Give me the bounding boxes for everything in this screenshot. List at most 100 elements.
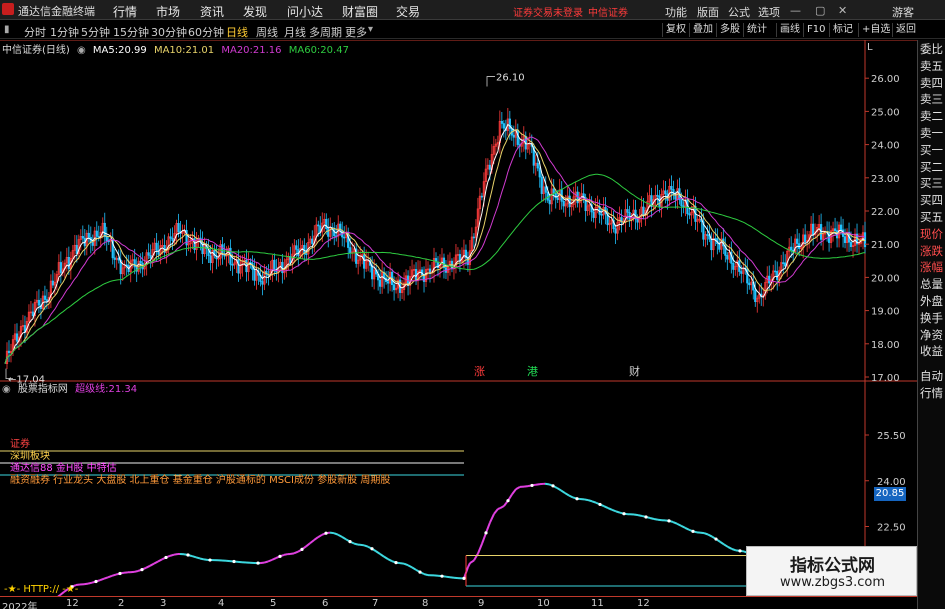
super-line-segment bbox=[515, 485, 521, 490]
candle-body bbox=[636, 218, 639, 223]
sidebar-item[interactable]: 自动 bbox=[920, 369, 945, 384]
menu-options[interactable]: 选项 bbox=[758, 4, 780, 20]
super-line-dot bbox=[462, 576, 466, 580]
super-line-segment bbox=[83, 582, 89, 586]
sidebar-item[interactable]: 换手 bbox=[920, 311, 945, 326]
candle-body bbox=[500, 121, 503, 124]
super-line-dot bbox=[598, 502, 602, 507]
menu-quotes[interactable]: 行情 bbox=[113, 3, 137, 20]
candle-body bbox=[839, 224, 843, 231]
menu-trade[interactable]: 交易 bbox=[396, 3, 420, 20]
period-daily[interactable]: 日线 bbox=[226, 24, 248, 40]
period-timeshare[interactable]: 分时 bbox=[24, 24, 46, 40]
menu-toggle-icon[interactable]: ▮ bbox=[4, 24, 10, 35]
period-multi[interactable]: 多周期 bbox=[309, 24, 342, 40]
sidebar-item[interactable]: 买三 bbox=[920, 176, 945, 191]
menu-discover[interactable]: 发现 bbox=[243, 3, 267, 20]
super-line-segment bbox=[103, 576, 109, 580]
period-5min[interactable]: 5分钟 bbox=[81, 24, 110, 40]
sidebar-item[interactable]: 卖一 bbox=[920, 126, 945, 141]
menu-wealth[interactable]: 财富圈 bbox=[342, 3, 378, 20]
super-line-segment bbox=[523, 485, 529, 488]
sidebar-item[interactable]: 行情 bbox=[920, 386, 945, 401]
stock-name[interactable]: 中信证券(日线) bbox=[2, 45, 70, 56]
broker-name[interactable]: 中信证券 bbox=[588, 4, 628, 19]
btn-back[interactable]: 返回 bbox=[892, 23, 919, 37]
btn-draw[interactable]: 画线 bbox=[776, 23, 803, 37]
restore-icon[interactable]: ▢ bbox=[815, 4, 825, 17]
chevron-down-icon[interactable]: ▾ bbox=[368, 24, 373, 35]
candle-body bbox=[706, 234, 709, 236]
candle-body bbox=[548, 199, 551, 205]
period-15min[interactable]: 15分钟 bbox=[113, 24, 149, 40]
minimize-icon[interactable]: — bbox=[790, 4, 801, 17]
super-line-segment bbox=[611, 508, 617, 513]
candle-body bbox=[169, 236, 172, 239]
sidebar-item[interactable]: 卖二 bbox=[920, 109, 945, 124]
period-monthly[interactable]: 月线 bbox=[284, 24, 306, 40]
price-tick-label: 18.00 bbox=[871, 340, 900, 351]
btn-mark[interactable]: 标记 bbox=[829, 23, 856, 37]
super-line-segment bbox=[469, 559, 475, 564]
sidebar-item[interactable]: 买五 bbox=[920, 210, 945, 225]
btn-adjust[interactable]: 复权 bbox=[662, 23, 689, 37]
super-line-segment bbox=[203, 558, 209, 561]
btn-stats[interactable]: 统计 bbox=[743, 23, 770, 37]
high-marker-line bbox=[486, 76, 495, 87]
super-line-dot bbox=[94, 579, 98, 584]
ma10-value: 21.01 bbox=[185, 45, 215, 56]
candle-body bbox=[804, 234, 807, 243]
candle-body bbox=[261, 281, 264, 285]
menu-function[interactable]: 功能 bbox=[665, 4, 687, 20]
btn-multi-stock[interactable]: 多股 bbox=[716, 23, 743, 37]
sidebar-item[interactable]: 外盘 bbox=[920, 294, 945, 309]
super-line-segment bbox=[723, 543, 729, 548]
ma60-value: 20.47 bbox=[320, 45, 349, 56]
sidebar-item[interactable]: 卖五 bbox=[920, 59, 945, 74]
sidebar-item[interactable]: 收益 bbox=[920, 344, 945, 359]
btn-overlay[interactable]: 叠加 bbox=[689, 23, 716, 37]
menu-layout[interactable]: 版面 bbox=[697, 4, 719, 20]
super-line-dot bbox=[506, 499, 510, 503]
sidebar-item[interactable]: 现价 bbox=[920, 227, 945, 242]
sidebar-item[interactable]: 涨跌 bbox=[920, 244, 945, 259]
ma60-label: MA60: bbox=[288, 45, 321, 56]
legend-toggle-icon[interactable]: ◉ bbox=[77, 45, 86, 56]
menu-formula[interactable]: 公式 bbox=[728, 4, 750, 20]
sidebar-item[interactable]: 卖四 bbox=[920, 76, 945, 91]
guest-label[interactable]: 游客 bbox=[892, 4, 914, 20]
period-more[interactable]: 更多 bbox=[345, 24, 367, 40]
sidebar-item[interactable]: 总量 bbox=[920, 277, 945, 292]
period-1min[interactable]: 1分钟 bbox=[50, 24, 79, 40]
sidebar-item[interactable]: 净资 bbox=[920, 328, 945, 343]
btn-add-favorite[interactable]: +自选 bbox=[858, 23, 893, 37]
menu-news[interactable]: 资讯 bbox=[200, 3, 224, 20]
login-warning[interactable]: 证券交易未登录 bbox=[513, 4, 583, 19]
super-line-segment bbox=[445, 575, 451, 579]
period-30min[interactable]: 30分钟 bbox=[151, 24, 187, 40]
period-weekly[interactable]: 周线 bbox=[256, 24, 278, 40]
candle-body bbox=[327, 228, 330, 237]
sidebar-item[interactable]: 涨幅 bbox=[920, 260, 945, 275]
menu-market[interactable]: 市场 bbox=[156, 3, 180, 20]
super-line-segment bbox=[477, 543, 483, 554]
chart-canvas[interactable]: 26.10←17.04涨港财 证券深圳板块通达信88 金H股 中特估融资融券 行… bbox=[0, 40, 917, 596]
candle-body bbox=[149, 255, 152, 259]
menu-ask[interactable]: 问小达 bbox=[287, 3, 323, 20]
sidebar-item[interactable]: 买二 bbox=[920, 160, 945, 175]
sidebar-item[interactable]: 买四 bbox=[920, 193, 945, 208]
close-icon[interactable]: ✕ bbox=[838, 4, 847, 17]
btn-f10[interactable]: F10 bbox=[803, 23, 828, 37]
candle-body bbox=[95, 230, 98, 237]
period-60min[interactable]: 60分钟 bbox=[188, 24, 224, 40]
subchart-toggle-icon[interactable]: ◉ bbox=[2, 384, 11, 395]
super-line-segment bbox=[511, 488, 517, 495]
sidebar-item[interactable]: 卖三 bbox=[920, 92, 945, 107]
ma20-label: MA20: bbox=[221, 45, 253, 56]
sidebar-item[interactable]: 委比 bbox=[920, 42, 945, 57]
subchart-title[interactable]: 股票指标网 bbox=[18, 384, 68, 395]
sidebar-item[interactable]: 买一 bbox=[920, 143, 945, 158]
http-marquee: -★- HTTP:// -★- bbox=[4, 584, 79, 595]
super-line-segment bbox=[379, 553, 385, 558]
candle-body bbox=[849, 241, 853, 247]
